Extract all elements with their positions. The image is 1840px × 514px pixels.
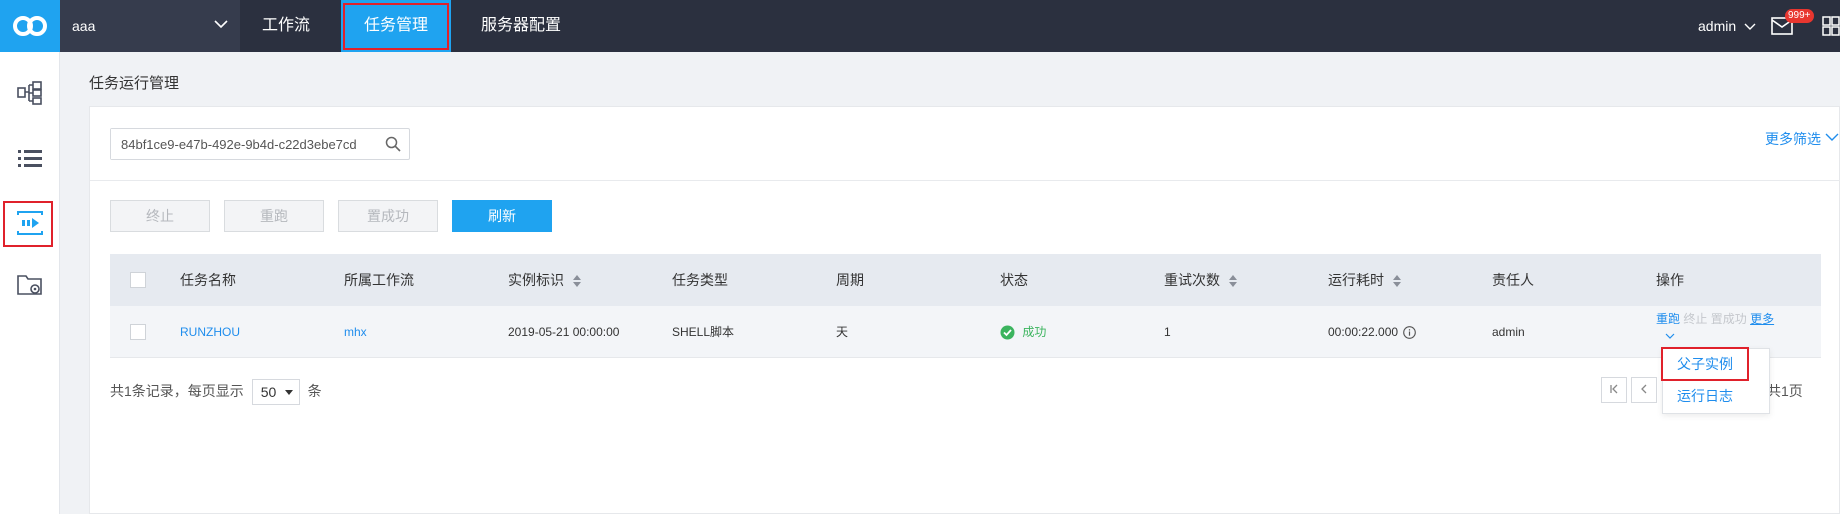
nav-task-management[interactable]: 任务管理 <box>341 0 451 52</box>
search-icon[interactable] <box>385 136 401 152</box>
menu-item-parent-child-instance[interactable]: 父子实例 <box>1661 347 1749 381</box>
col-actions: 操作 <box>1656 272 1684 288</box>
col-instance-id-label: 实例标识 <box>508 272 564 288</box>
folder-gear-icon <box>17 275 42 295</box>
page-size-value: 50 <box>260 384 277 401</box>
app-logo[interactable] <box>0 0 60 52</box>
total-pages: 共1页 <box>1767 383 1803 399</box>
first-page-button[interactable] <box>1601 377 1627 403</box>
search-input[interactable] <box>111 129 371 159</box>
set-success-button[interactable]: 置成功 <box>338 200 438 232</box>
select-all-checkbox[interactable] <box>130 272 146 288</box>
rerun-button[interactable]: 重跑 <box>224 200 324 232</box>
instance-id: 2019-05-21 00:00:00 <box>508 325 620 339</box>
row-rerun-link[interactable]: 重跑 <box>1656 312 1680 326</box>
col-retries-label: 重试次数 <box>1164 272 1220 288</box>
col-workflow: 所属工作流 <box>344 272 414 288</box>
more-filter-link[interactable]: 更多筛选 <box>1765 129 1839 149</box>
nav-server-config-label: 服务器配置 <box>480 17 561 34</box>
cycle: 天 <box>836 325 849 339</box>
info-icon[interactable] <box>1403 326 1417 340</box>
duration-value: 00:00:22.000 <box>1328 325 1399 339</box>
success-check-icon <box>1000 325 1015 340</box>
flow-chart-icon <box>17 81 42 105</box>
row-more-link[interactable]: 更多 <box>1750 312 1774 326</box>
nav-workflow[interactable]: 工作流 <box>240 0 332 52</box>
sidebar-item-list[interactable] <box>0 134 60 184</box>
prev-page-button[interactable] <box>1631 377 1657 403</box>
chevron-left-icon <box>1641 384 1647 394</box>
task-name-link[interactable]: RUNZHOU <box>180 306 240 358</box>
col-instance-id[interactable]: 实例标识 <box>508 254 582 306</box>
first-page-icon <box>1610 384 1618 394</box>
duration: 00:00:22.000 <box>1328 306 1417 358</box>
task-type: SHELL脚本 <box>672 325 735 339</box>
sort-icon[interactable] <box>1228 274 1238 288</box>
col-retries[interactable]: 重试次数 <box>1164 254 1238 306</box>
row-checkbox[interactable] <box>130 324 146 340</box>
chevron-down-icon <box>214 20 228 29</box>
nav-workflow-label: 工作流 <box>261 17 310 34</box>
col-task-name: 任务名称 <box>180 272 236 288</box>
main-panel: 更多筛选 终止 重跑 置成功 刷新 任务名称 所属工作流 实例标识 任务类型 周… <box>89 106 1840 514</box>
logo-icon <box>13 16 47 36</box>
page-size-select[interactable]: 50 <box>251 379 300 406</box>
col-status: 状态 <box>1000 272 1028 288</box>
stop-button[interactable]: 终止 <box>110 200 210 232</box>
row-set-success-link[interactable]: 置成功 <box>1711 312 1747 326</box>
chevron-down-icon <box>1825 133 1839 141</box>
user-name: admin <box>1698 18 1737 34</box>
more-filter-label: 更多筛选 <box>1765 131 1821 147</box>
col-duration-label: 运行耗时 <box>1328 272 1384 288</box>
refresh-button[interactable]: 刷新 <box>452 200 552 232</box>
top-bar: aaa 工作流 任务管理 服务器配置 admin 999+ <box>0 0 1840 52</box>
project-name: aaa <box>72 18 96 34</box>
owner: admin <box>1492 325 1525 339</box>
pagination-prefix: 共1条记录，每页显示 <box>110 383 244 399</box>
col-duration[interactable]: 运行耗时 <box>1328 254 1402 306</box>
page-title: 任务运行管理 <box>89 75 180 92</box>
app-grid-icon[interactable] <box>1822 16 1840 36</box>
caret-down-icon <box>284 390 293 396</box>
user-menu[interactable]: admin <box>1698 0 1756 52</box>
sidebar-item-resource-settings[interactable] <box>0 260 60 310</box>
chevron-down-icon <box>1665 333 1675 339</box>
pagination-suffix: 条 <box>307 383 322 399</box>
more-actions-menu: 父子实例 运行日志 <box>1661 347 1771 414</box>
table-header: 任务名称 所属工作流 实例标识 任务类型 周期 状态 重试次数 运行耗时 责任人… <box>110 254 1821 306</box>
search-box <box>110 128 410 160</box>
workflow-link[interactable]: mhx <box>344 306 367 358</box>
sort-icon[interactable] <box>572 274 582 288</box>
col-cycle: 周期 <box>836 272 864 288</box>
highlight-box <box>343 3 449 50</box>
menu-item-run-log[interactable]: 运行日志 <box>1663 381 1771 411</box>
chevron-down-icon <box>1744 23 1756 31</box>
status-label: 成功 <box>1022 325 1047 339</box>
pagination-summary: 共1条记录，每页显示 50 条 <box>110 378 322 406</box>
retries: 1 <box>1164 325 1171 339</box>
highlight-box <box>3 201 53 247</box>
divider <box>90 180 1840 181</box>
sidebar-item-task-run[interactable] <box>0 198 60 248</box>
row-stop-link[interactable]: 终止 <box>1683 312 1707 326</box>
col-task-type: 任务类型 <box>672 272 728 288</box>
list-icon <box>18 150 42 167</box>
notification-badge: 999+ <box>1785 9 1814 23</box>
project-selector[interactable]: aaa <box>60 0 240 52</box>
sidebar-item-workflow-graph[interactable] <box>0 68 60 118</box>
status-badge: 成功 <box>1000 306 1046 358</box>
table-row: RUNZHOU mhx 2019-05-21 00:00:00 SHELL脚本 … <box>110 306 1821 358</box>
sort-icon[interactable] <box>1392 274 1402 288</box>
col-owner: 责任人 <box>1492 272 1534 288</box>
sidebar <box>0 52 60 514</box>
nav-server-config[interactable]: 服务器配置 <box>466 0 576 52</box>
